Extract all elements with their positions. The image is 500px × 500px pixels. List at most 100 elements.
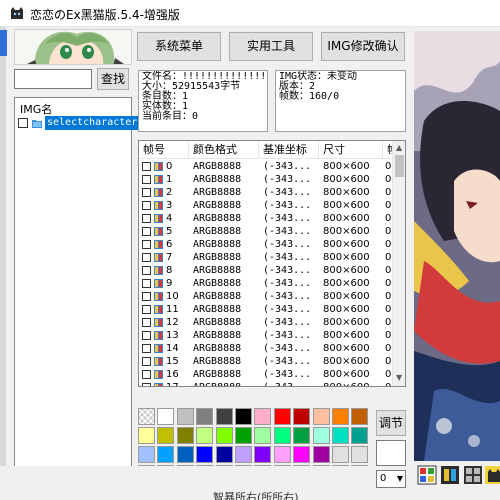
- search-button[interactable]: 查找: [97, 68, 129, 90]
- color-swatch[interactable]: [177, 408, 194, 425]
- table-row[interactable]: 13 ARGB8888 (-343... 800×600 0: [139, 329, 392, 342]
- row-checkbox[interactable]: [142, 370, 151, 379]
- cell-extra: 0: [385, 226, 392, 237]
- color-swatch[interactable]: [177, 427, 194, 444]
- row-checkbox[interactable]: [142, 188, 151, 197]
- item-checkbox[interactable]: [18, 118, 28, 128]
- color-swatch[interactable]: [254, 427, 271, 444]
- color-swatch[interactable]: [196, 408, 213, 425]
- list-item[interactable]: selectcharacter: [18, 116, 140, 130]
- row-checkbox[interactable]: [142, 227, 151, 236]
- color-swatch[interactable]: [351, 427, 368, 444]
- color-swatch[interactable]: [157, 408, 174, 425]
- color-swatch[interactable]: [216, 427, 233, 444]
- color-swatch[interactable]: [254, 446, 271, 463]
- cell-format: ARGB8888: [193, 369, 242, 380]
- row-checkbox[interactable]: [142, 279, 151, 288]
- color-swatch[interactable]: [274, 427, 291, 444]
- color-swatch[interactable]: [332, 408, 349, 425]
- color-swatch[interactable]: [235, 446, 252, 463]
- row-checkbox[interactable]: [142, 383, 151, 386]
- color-swatch[interactable]: [196, 446, 213, 463]
- cat-tool-icon[interactable]: [484, 465, 500, 485]
- table-row[interactable]: 9 ARGB8888 (-343... 800×600 0: [139, 277, 392, 290]
- color-swatch[interactable]: [293, 427, 310, 444]
- color-swatch[interactable]: [235, 408, 252, 425]
- column-header-size[interactable]: 尺寸: [319, 141, 383, 159]
- table-row[interactable]: 5 ARGB8888 (-343... 800×600 0: [139, 225, 392, 238]
- row-checkbox[interactable]: [142, 344, 151, 353]
- row-checkbox[interactable]: [142, 162, 151, 171]
- scroll-down-icon[interactable]: ▼: [396, 373, 402, 382]
- color-swatch[interactable]: [351, 446, 368, 463]
- frames-table[interactable]: 帧号 颜色格式 基准坐标 尺寸 帧 0 ARGB8888 (-343... 800×6…: [138, 140, 406, 387]
- adjust-button[interactable]: 调节: [376, 410, 406, 436]
- color-swatch[interactable]: [157, 427, 174, 444]
- color-swatch[interactable]: [216, 408, 233, 425]
- table-row[interactable]: 10 ARGB8888 (-343... 800×600 0: [139, 290, 392, 303]
- img-list[interactable]: IMG名 selectcharacter: [14, 97, 140, 468]
- crop-tool-icon[interactable]: [440, 465, 460, 485]
- table-row[interactable]: 0 ARGB8888 (-343... 800×600 0: [139, 160, 392, 173]
- color-swatch[interactable]: [293, 408, 310, 425]
- zoom-select[interactable]: 0 ▼: [376, 470, 406, 488]
- color-swatch[interactable]: [138, 446, 155, 463]
- table-row[interactable]: 3 ARGB8888 (-343... 800×600 0: [139, 199, 392, 212]
- row-checkbox[interactable]: [142, 253, 151, 262]
- color-swatch[interactable]: [274, 408, 291, 425]
- cell-coord: (-343...: [263, 343, 312, 354]
- color-swatch[interactable]: [274, 446, 291, 463]
- row-checkbox[interactable]: [142, 240, 151, 249]
- color-swatch[interactable]: [157, 446, 174, 463]
- palette-tool-icon[interactable]: [417, 465, 437, 485]
- color-swatch[interactable]: [254, 408, 271, 425]
- column-header-format[interactable]: 颜色格式: [189, 141, 259, 159]
- table-row[interactable]: 4 ARGB8888 (-343... 800×600 0: [139, 212, 392, 225]
- color-swatch[interactable]: [177, 446, 194, 463]
- table-row[interactable]: 15 ARGB8888 (-343... 800×600 0: [139, 355, 392, 368]
- row-checkbox[interactable]: [142, 214, 151, 223]
- vertical-scrollbar[interactable]: ▲ ▼: [392, 141, 405, 386]
- row-checkbox[interactable]: [142, 331, 151, 340]
- color-swatch[interactable]: [293, 446, 310, 463]
- table-row[interactable]: 12 ARGB8888 (-343... 800×600 0: [139, 316, 392, 329]
- column-header-frame[interactable]: 帧号: [139, 141, 189, 159]
- row-checkbox[interactable]: [142, 266, 151, 275]
- frame-thumbnail-icon: [154, 279, 163, 288]
- row-checkbox[interactable]: [142, 175, 151, 184]
- table-row[interactable]: 17 ARGB8888 (-343... 800×600 0: [139, 381, 392, 386]
- color-swatch[interactable]: [332, 446, 349, 463]
- row-checkbox[interactable]: [142, 201, 151, 210]
- color-swatch[interactable]: [313, 446, 330, 463]
- table-row[interactable]: 8 ARGB8888 (-343... 800×600 0: [139, 264, 392, 277]
- color-swatch[interactable]: [196, 427, 213, 444]
- color-swatch[interactable]: [313, 427, 330, 444]
- color-swatch[interactable]: [313, 408, 330, 425]
- color-swatch[interactable]: [351, 408, 368, 425]
- table-row[interactable]: 11 ARGB8888 (-343... 800×600 0: [139, 303, 392, 316]
- table-row[interactable]: 7 ARGB8888 (-343... 800×600 0: [139, 251, 392, 264]
- utilities-button[interactable]: 实用工具: [229, 32, 313, 61]
- table-row[interactable]: 2 ARGB8888 (-343... 800×600 0: [139, 186, 392, 199]
- row-checkbox[interactable]: [142, 318, 151, 327]
- column-header-coord[interactable]: 基准坐标: [259, 141, 319, 159]
- row-checkbox[interactable]: [142, 292, 151, 301]
- transparent-swatch[interactable]: [138, 408, 155, 425]
- color-swatch[interactable]: [138, 427, 155, 444]
- system-menu-button[interactable]: 系统菜单: [137, 32, 221, 61]
- scroll-up-icon[interactable]: ▲: [396, 143, 402, 152]
- cell-format: ARGB8888: [193, 356, 242, 367]
- row-checkbox[interactable]: [142, 357, 151, 366]
- color-swatch[interactable]: [332, 427, 349, 444]
- color-swatch[interactable]: [216, 446, 233, 463]
- table-row[interactable]: 1 ARGB8888 (-343... 800×600 0: [139, 173, 392, 186]
- scroll-thumb[interactable]: [395, 155, 404, 177]
- search-input[interactable]: [14, 69, 92, 89]
- grid-tool-icon[interactable]: [463, 465, 483, 485]
- color-swatch[interactable]: [235, 427, 252, 444]
- table-row[interactable]: 16 ARGB8888 (-343... 800×600 0: [139, 368, 392, 381]
- table-row[interactable]: 6 ARGB8888 (-343... 800×600 0: [139, 238, 392, 251]
- table-row[interactable]: 14 ARGB8888 (-343... 800×600 0: [139, 342, 392, 355]
- img-confirm-button[interactable]: IMG修改确认: [321, 32, 405, 61]
- row-checkbox[interactable]: [142, 305, 151, 314]
